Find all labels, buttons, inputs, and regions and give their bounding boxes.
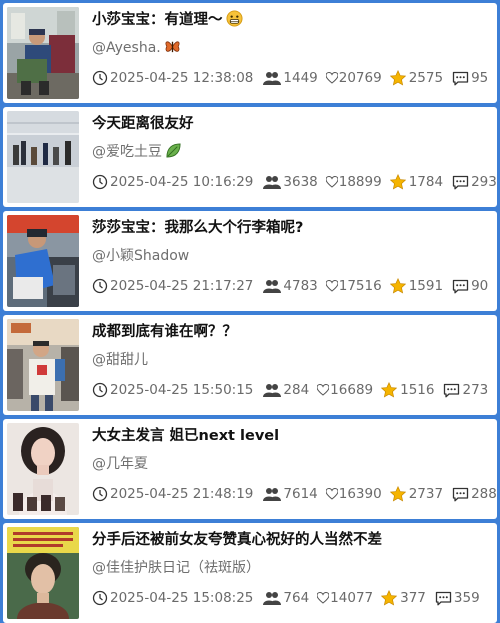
post-author[interactable]: @佳佳护肤日记（祛斑版） — [92, 558, 489, 578]
heart-icon — [325, 72, 338, 84]
post-card[interactable]: 小莎宝宝：有道理～ @Ayesha. 2025-04-25 12:38:08 1… — [3, 3, 497, 103]
like-count[interactable]: 20769 — [318, 69, 382, 87]
post-author[interactable]: @Ayesha. — [92, 38, 489, 58]
heart-icon — [317, 384, 330, 396]
post-author[interactable]: @甜甜儿 — [92, 350, 489, 370]
star-count[interactable]: 1516 — [373, 381, 434, 399]
comment-count[interactable]: 288 — [443, 485, 497, 503]
star-icon — [389, 486, 406, 502]
post-title[interactable]: 大女主发言 姐已next level — [92, 426, 489, 446]
people-icon — [263, 592, 282, 605]
chat-icon — [452, 175, 469, 189]
people-icon — [263, 280, 282, 293]
like-count[interactable]: 16390 — [318, 485, 382, 503]
post-thumbnail[interactable] — [7, 111, 79, 203]
post-stats: 2025-04-25 21:17:27 4783 17516 1591 90 — [92, 277, 493, 295]
post-card[interactable]: 今天距离很友好 @爱吃土豆 2025-04-25 10:16:29 3638 1… — [3, 107, 497, 207]
post-feed: 小莎宝宝：有道理～ @Ayesha. 2025-04-25 12:38:08 1… — [3, 3, 497, 623]
grimacing-face-emoji — [225, 10, 243, 27]
people-count: 3638 — [253, 173, 318, 191]
timestamp: 2025-04-25 15:08:25 — [92, 589, 253, 607]
star-icon — [381, 382, 398, 398]
post-card[interactable]: 成都到底有谁在啊？？ @甜甜儿 2025-04-25 15:50:15 284 … — [3, 315, 497, 415]
people-count: 284 — [253, 381, 309, 399]
post-card[interactable]: 大女主发言 姐已next level @几年夏 2025-04-25 21:48… — [3, 419, 497, 519]
chat-icon — [452, 487, 469, 501]
post-stats: 2025-04-25 15:08:25 764 14077 377 359 — [92, 589, 493, 607]
people-count: 4783 — [253, 277, 318, 295]
like-count[interactable]: 14077 — [309, 589, 373, 607]
comment-count[interactable]: 273 — [434, 381, 488, 399]
star-count[interactable]: 2737 — [382, 485, 443, 503]
people-icon — [263, 176, 282, 189]
people-icon — [263, 384, 282, 397]
timestamp: 2025-04-25 21:48:19 — [92, 485, 253, 503]
timestamp: 2025-04-25 21:17:27 — [92, 277, 253, 295]
post-author[interactable]: @几年夏 — [92, 454, 489, 474]
star-icon — [389, 174, 406, 190]
comment-count[interactable]: 293 — [443, 173, 497, 191]
chat-icon — [452, 71, 469, 85]
clock-icon — [92, 486, 108, 502]
post-thumbnail[interactable] — [7, 215, 79, 307]
post-stats: 2025-04-25 10:16:29 3638 18899 1784 293 — [92, 173, 497, 191]
heart-icon — [325, 280, 338, 292]
post-stats: 2025-04-25 21:48:19 7614 16390 2737 288 — [92, 485, 497, 503]
chat-icon — [444, 383, 460, 397]
star-icon — [381, 590, 398, 606]
post-author[interactable]: @爱吃土豆 — [92, 142, 489, 162]
post-stats: 2025-04-25 12:38:08 1449 20769 2575 95 — [92, 69, 493, 87]
clock-icon — [92, 278, 108, 294]
post-author[interactable]: @小颖Shadow — [92, 246, 489, 266]
star-icon — [389, 70, 406, 86]
post-title[interactable]: 莎莎宝宝：我那么大个行李箱呢? — [92, 218, 489, 238]
people-count: 7614 — [253, 485, 318, 503]
post-stats: 2025-04-25 15:50:15 284 16689 1516 273 — [92, 381, 493, 399]
heart-icon — [317, 592, 330, 604]
like-count[interactable]: 18899 — [318, 173, 382, 191]
post-thumbnail[interactable] — [7, 7, 79, 99]
comment-count[interactable]: 359 — [426, 589, 480, 607]
clock-icon — [92, 70, 108, 86]
people-icon — [263, 72, 282, 85]
star-count[interactable]: 377 — [373, 589, 426, 607]
clock-icon — [92, 590, 108, 606]
star-icon — [389, 278, 406, 294]
post-thumbnail[interactable] — [7, 319, 79, 411]
clock-icon — [92, 382, 108, 398]
comment-count[interactable]: 95 — [443, 69, 488, 87]
comment-count[interactable]: 90 — [443, 277, 488, 295]
post-title[interactable]: 小莎宝宝：有道理～ — [92, 10, 489, 30]
like-count[interactable]: 16689 — [309, 381, 373, 399]
timestamp: 2025-04-25 12:38:08 — [92, 69, 253, 87]
people-icon — [263, 488, 282, 501]
butterfly-emoji — [165, 41, 180, 53]
chat-icon — [452, 279, 469, 293]
people-count: 764 — [253, 589, 309, 607]
timestamp: 2025-04-25 10:16:29 — [92, 173, 253, 191]
clock-icon — [92, 174, 108, 190]
post-thumbnail[interactable] — [7, 423, 79, 515]
post-title[interactable]: 今天距离很友好 — [92, 114, 489, 134]
post-thumbnail[interactable] — [7, 527, 79, 619]
post-title[interactable]: 成都到底有谁在啊？？ — [92, 322, 489, 342]
leaf-emoji — [166, 143, 181, 158]
heart-icon — [325, 176, 338, 188]
chat-icon — [435, 591, 452, 605]
people-count: 1449 — [253, 69, 318, 87]
star-count[interactable]: 2575 — [382, 69, 443, 87]
heart-icon — [325, 488, 338, 500]
post-card[interactable]: 莎莎宝宝：我那么大个行李箱呢? @小颖Shadow 2025-04-25 21:… — [3, 211, 497, 311]
timestamp: 2025-04-25 15:50:15 — [92, 381, 253, 399]
star-count[interactable]: 1591 — [382, 277, 443, 295]
post-title[interactable]: 分手后还被前女友夸赞真心祝好的人当然不差 — [92, 530, 489, 550]
star-count[interactable]: 1784 — [382, 173, 443, 191]
post-card[interactable]: 分手后还被前女友夸赞真心祝好的人当然不差 @佳佳护肤日记（祛斑版） 2025-0… — [3, 523, 497, 623]
like-count[interactable]: 17516 — [318, 277, 382, 295]
